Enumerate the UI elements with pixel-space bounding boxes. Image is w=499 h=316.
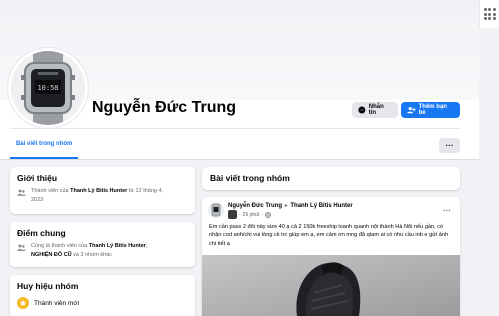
common-groups-row: Cùng là thành viên của Thanh Lý Bitis Hu… bbox=[17, 242, 188, 260]
profile-header: 10:58 Nguyễn Đức Trung Nhắn tin Thêm bạn… bbox=[0, 0, 479, 160]
profile-name: Nguyễn Đức Trung bbox=[92, 99, 237, 116]
message-button[interactable]: Nhắn tin bbox=[352, 102, 398, 118]
tabs-divider bbox=[10, 128, 460, 129]
group-icon bbox=[17, 244, 26, 251]
group-icon bbox=[228, 210, 237, 219]
post-avatar[interactable] bbox=[208, 202, 224, 218]
more-options-button[interactable]: ··· bbox=[439, 138, 460, 153]
badge-item[interactable]: Thành viên mới bbox=[17, 297, 188, 309]
post-card: Nguyễn Đức Trung ▸ Thanh Lý Bitis Hunter… bbox=[202, 197, 460, 316]
post-time[interactable]: 26 phút bbox=[243, 212, 260, 218]
arrow-icon: ▸ bbox=[284, 203, 288, 209]
intro-card: Giới thiệu Thành viên của Thanh Lý Bitis… bbox=[10, 167, 195, 214]
common-title: Điểm chung bbox=[17, 228, 66, 238]
posts-title: Bài viết trong nhóm bbox=[210, 173, 290, 183]
post-author-line: Nguyễn Đức Trung ▸ Thanh Lý Bitis Hunter bbox=[228, 202, 353, 209]
common-group-link[interactable]: Thanh Lý Bitis Hunter bbox=[89, 243, 146, 249]
group-icon bbox=[17, 189, 26, 196]
svg-text:10:58: 10:58 bbox=[37, 84, 58, 92]
post-meta: · 26 phút · bbox=[228, 210, 353, 219]
badge-icon bbox=[17, 297, 29, 309]
messenger-icon bbox=[358, 106, 366, 114]
common-group2-link[interactable]: NGHIỆN ĐỒ CŨ bbox=[31, 252, 72, 258]
common-card: Điểm chung Cùng là thành viên của Thanh … bbox=[10, 222, 195, 267]
grid-menu-icon[interactable] bbox=[483, 8, 496, 20]
tab-group-posts[interactable]: Bài viết trong nhóm bbox=[10, 137, 79, 159]
shoe-photo bbox=[202, 255, 460, 316]
posts-title-card: Bài viết trong nhóm bbox=[202, 167, 460, 190]
globe-icon bbox=[265, 211, 271, 218]
common-groups-text: Cùng là thành viên của Thanh Lý Bitis Hu… bbox=[31, 243, 148, 258]
add-friend-label: Thêm bạn bè bbox=[418, 104, 447, 116]
badge-label: Thành viên mới bbox=[34, 299, 80, 307]
post-more-button[interactable]: ··· bbox=[443, 206, 451, 215]
add-friend-button[interactable]: Thêm bạn bè bbox=[401, 102, 460, 118]
avatar[interactable]: 10:58 bbox=[8, 48, 88, 128]
intro-title: Giới thiệu bbox=[17, 173, 58, 183]
badge-card: Huy hiệu nhóm Thành viên mới bbox=[10, 275, 195, 316]
member-since-text: Thành viên của Thanh Lý Bitis Hunter từ … bbox=[31, 188, 164, 203]
menu-corner[interactable] bbox=[479, 0, 499, 28]
post-header: Nguyễn Đức Trung ▸ Thanh Lý Bitis Hunter… bbox=[208, 202, 353, 219]
post-group[interactable]: Thanh Lý Bitis Hunter bbox=[290, 203, 352, 209]
post-text: Em cần pass 2 đôi này size 40 ạ cả 2 150… bbox=[209, 224, 449, 247]
member-since-row: Thành viên của Thanh Lý Bitis Hunter từ … bbox=[17, 187, 188, 205]
group-link[interactable]: Thanh Lý Bitis Hunter bbox=[70, 188, 127, 194]
post-image[interactable] bbox=[202, 255, 460, 316]
badge-title: Huy hiệu nhóm bbox=[17, 281, 79, 291]
message-label: Nhắn tin bbox=[368, 104, 384, 116]
add-friend-icon bbox=[407, 106, 416, 114]
post-author[interactable]: Nguyễn Đức Trung bbox=[228, 203, 282, 209]
watch-photo: 10:58 bbox=[11, 51, 85, 125]
